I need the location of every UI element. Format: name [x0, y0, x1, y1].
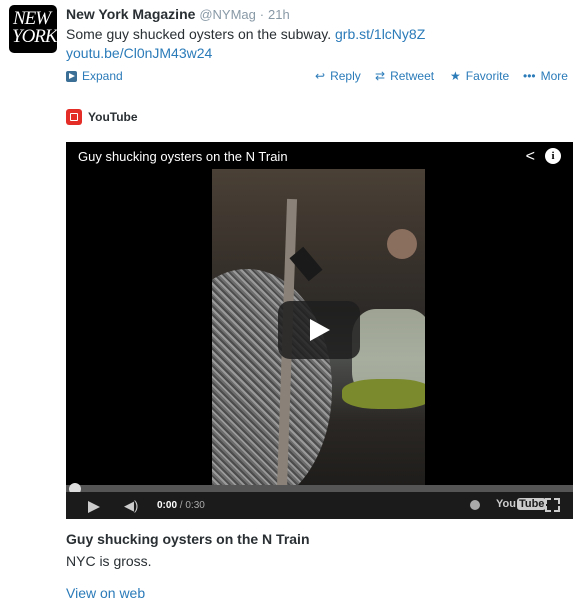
expand-icon — [66, 70, 77, 82]
info-icon[interactable]: i — [545, 148, 561, 164]
tweet-time[interactable]: 21h — [268, 7, 290, 22]
volume-icon[interactable]: ◀) — [124, 498, 138, 514]
video-player[interactable]: Guy shucking oysters on the N Train < i … — [66, 142, 573, 519]
youtube-wordmark[interactable]: You Tube — [496, 498, 547, 510]
tweet-text: Some guy shucked oysters on the subway. … — [66, 25, 566, 63]
view-on-web-link[interactable]: View on web — [66, 585, 145, 601]
more-button[interactable]: ••• More — [523, 69, 568, 83]
tweet-header: New York Magazine @NYMag · 21h — [66, 6, 290, 22]
avatar[interactable]: NEW YORK — [9, 5, 57, 53]
duration: / 0:30 — [179, 500, 205, 511]
share-icon[interactable]: < — [526, 149, 535, 165]
tweet-body: Some guy shucked oysters on the subway. — [66, 26, 335, 42]
favorite-label: Favorite — [465, 69, 510, 83]
reply-icon: ↩ — [315, 69, 326, 83]
tweet-link-youtube[interactable]: youtu.be/Cl0nJM43w24 — [66, 45, 212, 61]
big-play-button[interactable] — [278, 301, 360, 359]
retweet-label: Retweet — [390, 69, 435, 83]
watch-later-icon[interactable] — [470, 500, 480, 510]
star-icon: ★ — [450, 69, 461, 83]
retweet-button[interactable]: ⇄ Retweet — [375, 69, 434, 83]
card-description: NYC is gross. — [66, 553, 152, 569]
reply-label: Reply — [330, 69, 361, 83]
tweet-link-grbst[interactable]: grb.st/1lcNy8Z — [335, 26, 425, 42]
video-title[interactable]: Guy shucking oysters on the N Train — [78, 149, 288, 164]
more-dots-icon: ••• — [523, 69, 536, 83]
expand-label: Expand — [82, 69, 123, 83]
tweet-actions: Expand ↩ Reply ⇄ Retweet ★ Favorite ••• … — [66, 69, 574, 87]
author-handle[interactable]: @NYMag — [199, 7, 256, 22]
youtube-wordmark-tube: Tube — [516, 498, 547, 510]
reply-button[interactable]: ↩ Reply — [315, 69, 361, 83]
favorite-button[interactable]: ★ Favorite — [450, 69, 509, 83]
fullscreen-icon[interactable] — [545, 498, 560, 512]
current-time: 0:00 — [157, 500, 178, 511]
retweet-icon: ⇄ — [375, 69, 386, 83]
youtube-wordmark-you: You — [496, 498, 516, 510]
youtube-logo-icon — [66, 109, 82, 125]
avatar-logo-line2: YORK — [12, 26, 57, 47]
card-source-label: YouTube — [88, 110, 138, 124]
expand-button[interactable]: Expand — [66, 69, 123, 83]
player-controls: ◀) 0:00 / 0:30 You Tube — [66, 492, 573, 519]
card-title[interactable]: Guy shucking oysters on the N Train — [66, 531, 310, 547]
time-display: 0:00 / 0:30 — [157, 500, 205, 511]
progress-bar[interactable] — [66, 485, 573, 492]
play-icon[interactable] — [88, 501, 100, 513]
more-label: More — [540, 69, 568, 83]
card-source[interactable]: YouTube — [66, 109, 138, 125]
separator-dot: · — [259, 7, 265, 22]
author-name[interactable]: New York Magazine — [66, 6, 195, 22]
